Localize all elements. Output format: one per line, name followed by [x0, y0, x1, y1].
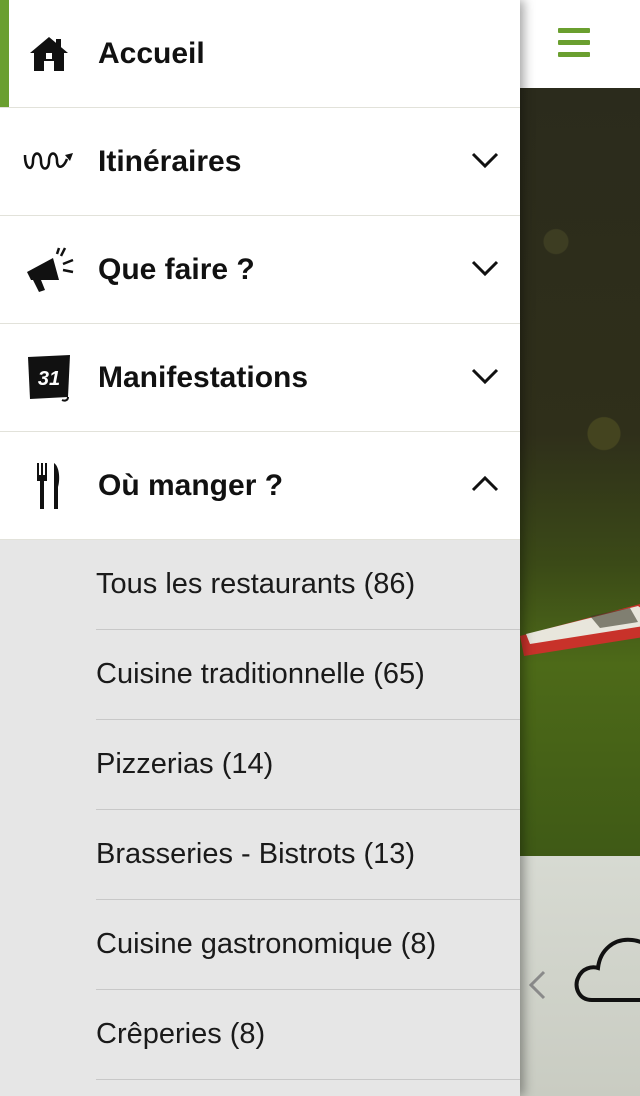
chevron-up-icon[interactable] — [470, 474, 500, 494]
svg-text:31: 31 — [38, 368, 60, 390]
menu-item-label: Manifestations — [98, 360, 309, 394]
submenu-item-label: Tous les restaurants (86) — [96, 568, 416, 600]
submenu-item[interactable]: Brasseries - Bistrots (13) — [96, 810, 520, 900]
submenu-item-label: Cuisine gastronomique (8) — [96, 928, 437, 960]
chevron-left-icon[interactable] — [526, 968, 548, 1002]
submenu-ou-manger: Tous les restaurants (86) Cuisine tradit… — [0, 540, 520, 1080]
cloud-icon — [574, 937, 640, 1002]
menu-item-ou-manger[interactable]: Où manger ? — [0, 432, 520, 540]
fork-knife-icon — [22, 459, 76, 513]
menu-item-itineraires[interactable]: Itinéraires — [0, 108, 520, 216]
background-page — [520, 0, 640, 1096]
home-icon — [22, 27, 76, 81]
megaphone-icon — [22, 243, 76, 297]
menu-item-que-faire[interactable]: Que faire ? — [0, 216, 520, 324]
menu-item-manifestations[interactable]: 31 Manifestations — [0, 324, 520, 432]
chevron-down-icon[interactable] — [470, 150, 500, 170]
menu-item-accueil[interactable]: Accueil — [0, 0, 520, 108]
hamburger-menu-icon[interactable] — [558, 28, 590, 58]
submenu-item[interactable]: Cuisine gastronomique (8) — [96, 900, 520, 990]
menu-item-label: Que faire ? — [98, 252, 255, 286]
submenu-item-label: Cuisine traditionnelle (65) — [96, 658, 425, 690]
canoe-image — [520, 604, 640, 656]
submenu-item-label: Brasseries - Bistrots (13) — [96, 838, 416, 870]
route-icon — [22, 135, 76, 189]
submenu-item[interactable]: Crêperies (8) — [96, 990, 520, 1080]
calendar-icon: 31 — [22, 351, 76, 405]
menu-item-label: Accueil — [98, 36, 205, 70]
menu-item-label: Itinéraires — [98, 144, 242, 178]
navigation-drawer: Accueil Itinéraires Que faire ? 31 Manif… — [0, 0, 520, 1096]
submenu-item-label: Crêperies (8) — [96, 1018, 266, 1050]
submenu-item[interactable]: Tous les restaurants (86) — [96, 540, 520, 630]
chevron-down-icon[interactable] — [470, 258, 500, 278]
submenu-item-label: Pizzerias (14) — [96, 748, 274, 780]
menu-item-label: Où manger ? — [98, 468, 284, 502]
submenu-item[interactable]: Pizzerias (14) — [96, 720, 520, 810]
submenu-item[interactable]: Cuisine traditionnelle (65) — [96, 630, 520, 720]
app-header — [520, 0, 640, 88]
hero-photo — [520, 88, 640, 856]
chevron-down-icon[interactable] — [470, 366, 500, 386]
